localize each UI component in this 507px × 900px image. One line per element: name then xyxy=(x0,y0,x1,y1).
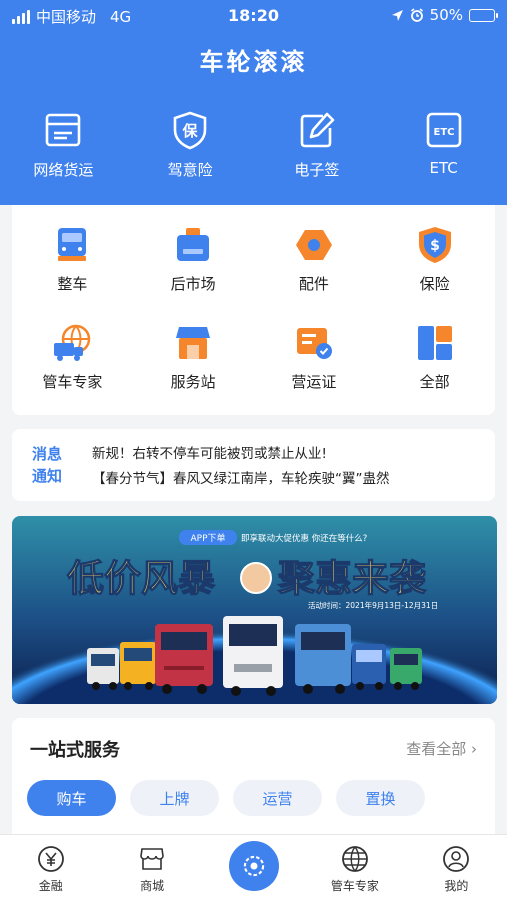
freight-doc-icon xyxy=(46,113,81,147)
notice-item[interactable]: 【春分节气】春风又绿江南岸，车轮疾驶“翼”蛊然 xyxy=(92,467,390,492)
top-service-etc[interactable]: ETC ETC xyxy=(380,110,507,180)
aftermarket-box-icon xyxy=(177,228,210,261)
top-service-label: 驾意险 xyxy=(167,161,213,179)
tab-buy[interactable]: 购车 xyxy=(27,780,116,816)
notice-item[interactable]: 新规！右转不停车可能被罚或禁止从业! xyxy=(92,442,390,467)
promo-banner[interactable]: APP下单 即享联动大促优惠 你还在等什么? 低价风暴 聚惠来袭 活动时间：20… xyxy=(12,516,497,704)
etc-icon: ETC xyxy=(426,112,461,148)
globe-icon xyxy=(342,846,368,872)
store-icon xyxy=(140,848,164,870)
truck-icon xyxy=(58,228,87,261)
grid-item-fleet-expert[interactable]: 管车专家 xyxy=(12,323,133,421)
tab-home-center[interactable] xyxy=(203,835,304,900)
location-arrow-icon xyxy=(391,9,403,21)
battery-percent: 50% xyxy=(429,6,463,24)
tab-operate[interactable]: 运营 xyxy=(233,780,322,816)
certificate-icon xyxy=(296,328,332,359)
grid-item-label: 整车 xyxy=(57,275,88,293)
globe-truck-icon xyxy=(54,324,91,361)
top-service-esign[interactable]: 电子签 xyxy=(254,110,381,180)
yuan-icon xyxy=(37,846,64,872)
grid-item-label: 保险 xyxy=(419,275,450,293)
notice-tag-line: 消息 xyxy=(32,445,63,463)
tab-label: 金融 xyxy=(38,879,63,893)
top-service-freight[interactable]: 网络货运 xyxy=(0,110,127,180)
grid-item-label: 后市场 xyxy=(170,275,216,293)
tab-store[interactable]: 商城 xyxy=(101,835,202,900)
notice-list: 新规！右转不停车可能被罚或禁止从业! 【春分节气】春风又绿江南岸，车轮疾驶“翼”… xyxy=(92,442,390,492)
grid-item-service-station[interactable]: 服务站 xyxy=(133,323,254,421)
top-service-label: ETC xyxy=(429,159,458,177)
quick-entry-card: 整车 后市场 配件 $ 保险 管车专家 服务站 营运证 全部 xyxy=(12,205,495,415)
app-title: 车轮滚滚 xyxy=(199,48,308,76)
tab-license[interactable]: 上牌 xyxy=(130,780,219,816)
top-services: 网络货运 保 驾意险 电子签 ETC ETC xyxy=(0,110,507,180)
grid-item-parts[interactable]: 配件 xyxy=(254,225,375,323)
grid-item-label: 服务站 xyxy=(170,373,216,391)
view-all-link[interactable]: 查看全部 › xyxy=(406,738,477,759)
center-logo-button[interactable] xyxy=(228,841,279,891)
one-stop-tabs: 购车 上牌 运营 置换 xyxy=(27,780,425,816)
svg-text:保: 保 xyxy=(182,122,199,140)
banner-badge: APP下单 xyxy=(190,532,225,544)
banner-date: 活动时间：2021年9月13日-12月31日 xyxy=(308,600,438,610)
one-stop-title: 一站式服务 xyxy=(30,740,120,761)
grid-item-aftermarket[interactable]: 后市场 xyxy=(133,225,254,323)
tab-profile[interactable]: 我的 xyxy=(406,835,507,900)
grid-item-label: 配件 xyxy=(298,275,329,293)
service-station-icon xyxy=(176,327,211,359)
truck-image xyxy=(120,642,156,690)
status-bar: 中国移动 4G 18:20 50% xyxy=(0,0,507,30)
grid-item-insurance[interactable]: $ 保险 xyxy=(374,225,495,323)
truck-image xyxy=(295,624,351,694)
profile-icon xyxy=(443,846,470,872)
notice-tag: 消息 通知 xyxy=(32,443,66,487)
tab-trade-in[interactable]: 置换 xyxy=(336,780,425,816)
all-grid-icon xyxy=(417,326,452,360)
parts-nut-icon xyxy=(295,230,332,260)
banner-headline-left: 低价风暴 xyxy=(67,557,215,600)
top-service-insurance[interactable]: 保 驾意险 xyxy=(127,110,254,180)
view-all-label: 查看全部 xyxy=(406,740,467,758)
fist-icon xyxy=(240,562,272,594)
truck-image xyxy=(223,616,283,696)
tab-finance[interactable]: 金融 xyxy=(0,835,101,900)
chevron-right-icon: › xyxy=(471,740,477,758)
bottom-tab-bar: 金融 商城 管车专家 我的 xyxy=(0,834,507,900)
banner-headline-right: 聚惠来袭 xyxy=(277,557,427,600)
truck-image xyxy=(390,648,422,690)
e-sign-icon xyxy=(300,112,335,148)
notice-card[interactable]: 消息 通知 新规！右转不停车可能被罚或禁止从业! 【春分节气】春风又绿江南岸，车… xyxy=(12,429,495,501)
tab-label: 管车专家 xyxy=(330,879,379,893)
tab-label: 商城 xyxy=(140,879,165,893)
center-logo-icon xyxy=(243,855,264,877)
top-service-label: 电子签 xyxy=(294,161,340,179)
header: 中国移动 4G 18:20 50% 车轮滚滚 网络货运 保 驾意险 电子签 ET… xyxy=(0,0,507,205)
svg-text:ETC: ETC xyxy=(433,127,454,138)
tab-label: 我的 xyxy=(444,879,469,893)
notice-tag-line: 通知 xyxy=(32,467,63,485)
top-service-label: 网络货运 xyxy=(33,161,94,179)
banner-art: APP下单 即享联动大促优惠 你还在等什么? 低价风暴 聚惠来袭 活动时间：20… xyxy=(12,516,497,704)
grid-item-label: 全部 xyxy=(419,373,450,391)
truck-image xyxy=(352,644,386,690)
grid-item-label: 管车专家 xyxy=(42,373,103,391)
grid-item-operating-cert[interactable]: 营运证 xyxy=(254,323,375,421)
grid-item-vehicle[interactable]: 整车 xyxy=(12,225,133,323)
svg-text:$: $ xyxy=(430,238,440,254)
insurance-shield-icon: 保 xyxy=(173,111,207,150)
alarm-icon xyxy=(410,8,423,22)
banner-subtitle: 即享联动大促优惠 你还在等什么? xyxy=(241,533,367,544)
grid-item-all[interactable]: 全部 xyxy=(374,323,495,421)
grid-item-label: 营运证 xyxy=(291,373,337,391)
one-stop-service-card: 一站式服务 查看全部 › 购车 上牌 运营 置换 xyxy=(12,718,495,848)
truck-image xyxy=(87,648,119,690)
truck-image xyxy=(155,624,213,694)
tab-fleet-expert[interactable]: 管车专家 xyxy=(304,835,405,900)
battery-icon xyxy=(469,8,498,22)
dollar-shield-icon: $ xyxy=(418,227,451,263)
